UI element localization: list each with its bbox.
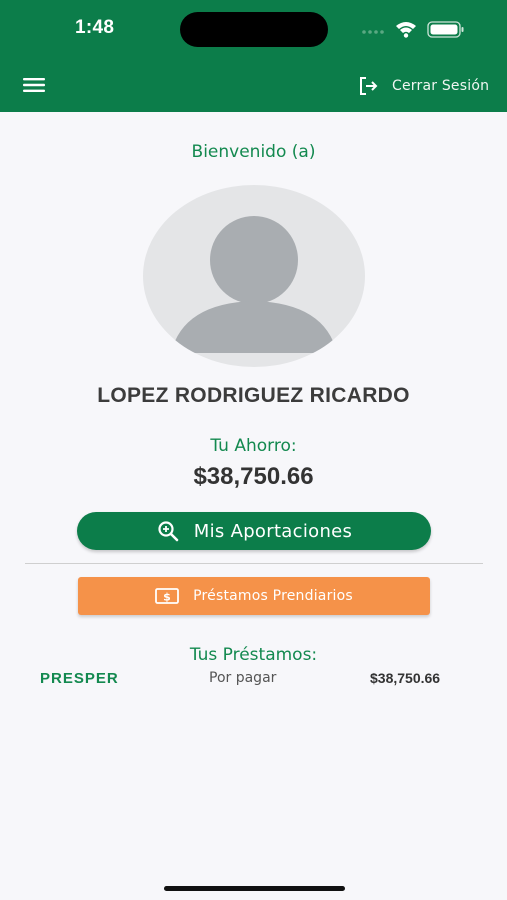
loan-amount: $38,750.66 [370,670,441,686]
savings-amount: $38,750.66 [193,463,314,490]
battery-icon [427,21,464,38]
menu-button[interactable] [18,70,50,100]
contributions-button[interactable]: Mis Aportaciones [77,512,431,550]
logout-button[interactable]: Cerrar Sesión [356,72,489,100]
savings-label: Tu Ahorro: [210,436,297,456]
home-indicator [164,886,345,891]
loan-status: Por pagar [209,670,277,686]
contributions-label: Mis Aportaciones [193,520,353,542]
pawn-loans-button[interactable]: $ Préstamos Prendiarios [78,577,430,615]
status-time: 1:48 [75,17,115,38]
money-icon: $ [155,588,180,604]
search-icon [158,521,179,542]
user-name: LOPEZ RODRIGUEZ RICARDO [97,384,410,407]
dynamic-island [180,12,328,47]
welcome-text: Bienvenido (a) [191,142,316,162]
cellular-signal-icon [362,30,384,34]
status-icons [362,21,464,38]
logout-label: Cerrar Sesión [392,78,490,94]
app-header: 1:48 Cerrar Sesión [0,0,507,112]
user-placeholder-icon [171,216,337,353]
hamburger-menu-icon [23,78,45,92]
loans-title: Tus Préstamos: [189,645,318,665]
pawn-loans-label: Préstamos Prendiarios [193,588,353,604]
loan-row[interactable]: PRESPER Por pagar $38,750.66 [0,670,507,690]
avatar [143,185,365,367]
logout-icon [360,77,378,95]
wifi-icon [396,22,416,38]
loan-type: PRESPER [40,670,119,687]
divider [25,563,483,564]
svg-text:$: $ [163,591,171,604]
